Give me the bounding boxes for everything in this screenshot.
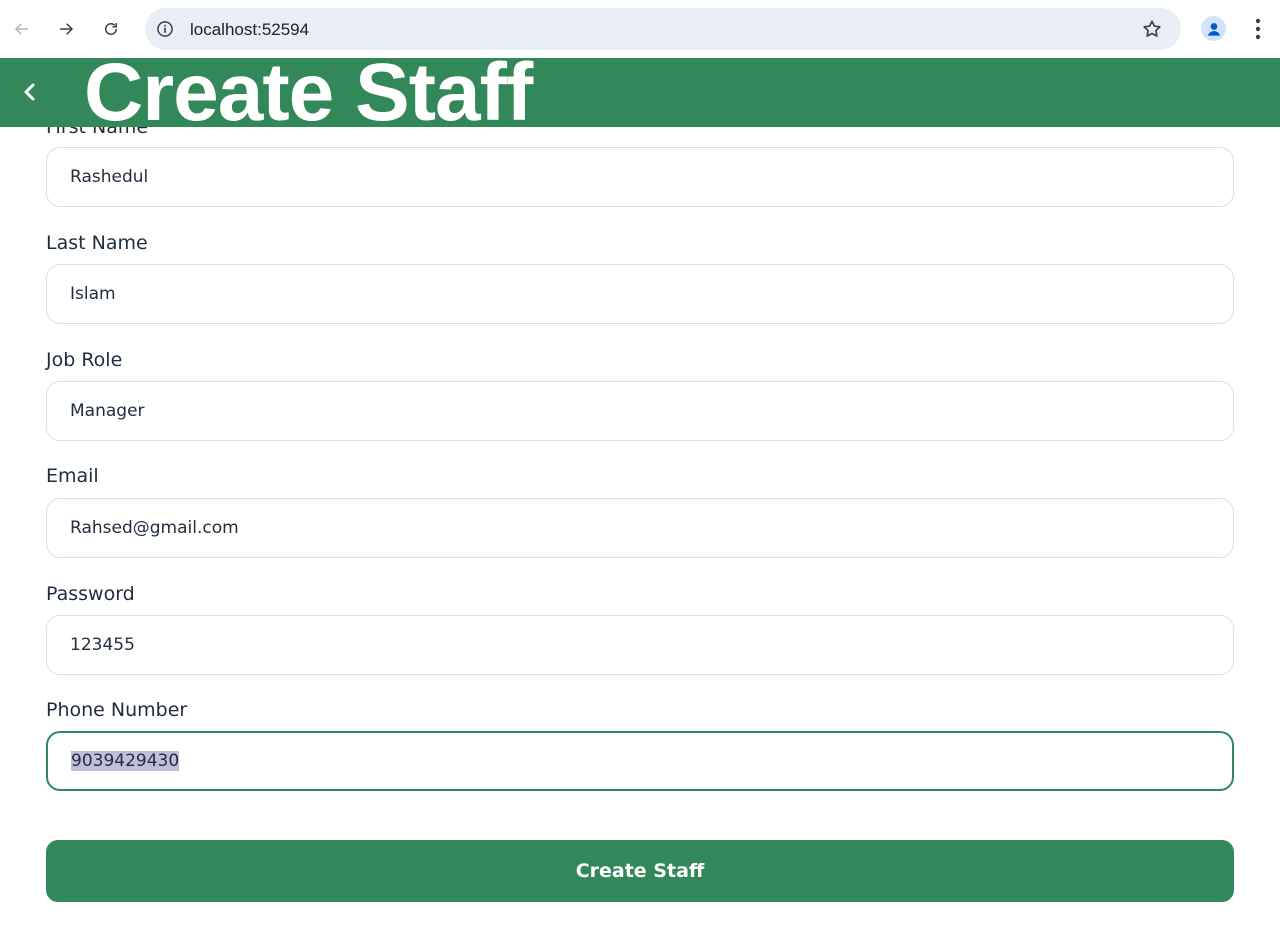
profile-avatar-icon[interactable] — [1201, 16, 1226, 41]
phone-number-input[interactable]: 9039429430 — [46, 731, 1234, 791]
job-role-value: Manager — [70, 401, 145, 421]
email-value: Rahsed@gmail.com — [70, 518, 239, 538]
create-staff-button[interactable]: Create Staff — [46, 840, 1234, 902]
job-role-label: Job Role — [46, 349, 123, 371]
url-text[interactable]: localhost:52594 — [190, 20, 309, 40]
password-input[interactable]: 123455 — [46, 615, 1234, 675]
site-info-icon[interactable] — [155, 19, 175, 39]
reload-icon[interactable] — [96, 14, 126, 44]
bookmark-star-icon[interactable] — [1141, 18, 1163, 40]
app-header: Create Staff — [0, 52, 1280, 134]
first-name-input[interactable]: Rashedul — [46, 147, 1234, 207]
password-label: Password — [46, 583, 135, 605]
back-chevron-icon[interactable] — [14, 76, 46, 108]
password-value: 123455 — [70, 635, 135, 655]
back-arrow-icon[interactable] — [7, 14, 37, 44]
job-role-input[interactable]: Manager — [46, 381, 1234, 441]
phone-number-label: Phone Number — [46, 699, 188, 721]
page-title: Create Staff — [84, 47, 533, 138]
last-name-label: Last Name — [46, 232, 148, 254]
forward-arrow-icon[interactable] — [51, 14, 81, 44]
last-name-value: Islam — [70, 284, 116, 304]
email-input[interactable]: Rahsed@gmail.com — [46, 498, 1234, 558]
email-label: Email — [46, 465, 99, 487]
phone-number-value: 9039429430 — [71, 751, 180, 771]
address-bar[interactable]: localhost:52594 — [145, 8, 1181, 50]
last-name-input[interactable]: Islam — [46, 264, 1234, 324]
kebab-menu-icon[interactable] — [1248, 16, 1268, 42]
first-name-value: Rashedul — [70, 167, 149, 187]
